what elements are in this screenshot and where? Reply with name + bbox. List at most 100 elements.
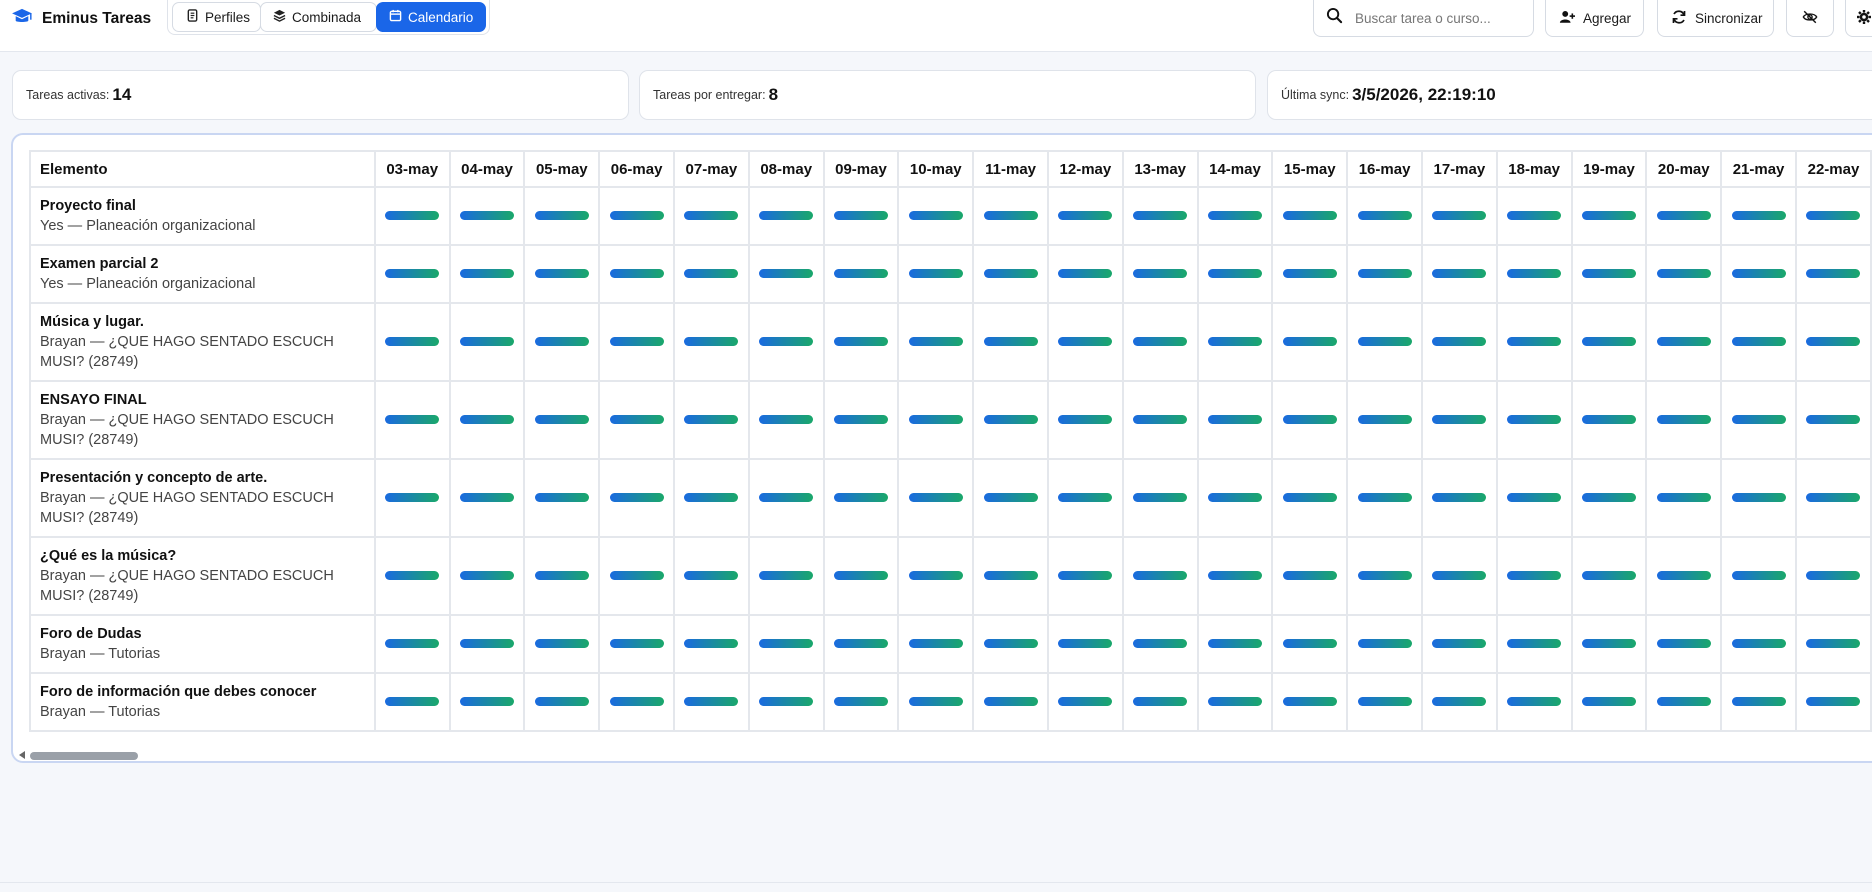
day-cell[interactable]	[523, 614, 601, 674]
task-bar[interactable]	[833, 697, 888, 707]
day-cell[interactable]	[1794, 536, 1872, 616]
day-cell[interactable]	[598, 380, 675, 460]
day-cell[interactable]	[1121, 672, 1199, 732]
task-bar[interactable]	[459, 571, 514, 581]
task-bar[interactable]	[609, 415, 664, 425]
task-bar[interactable]	[1656, 415, 1711, 425]
task-bar[interactable]	[1656, 697, 1711, 707]
task-bar[interactable]	[1731, 571, 1786, 581]
task-bar[interactable]	[1581, 639, 1636, 649]
task-bar[interactable]	[1207, 697, 1262, 707]
task-bar[interactable]	[1731, 337, 1786, 347]
task-bar[interactable]	[1581, 493, 1636, 503]
day-cell[interactable]	[972, 380, 1049, 460]
day-cell[interactable]	[672, 244, 750, 304]
day-cell[interactable]	[972, 672, 1049, 732]
day-cell[interactable]	[1271, 536, 1349, 616]
day-cell[interactable]	[972, 244, 1049, 304]
task-bar[interactable]	[1058, 697, 1113, 707]
day-cell[interactable]	[1794, 244, 1872, 304]
task-bar[interactable]	[759, 337, 814, 347]
tab-calendario[interactable]: Calendario	[376, 2, 486, 32]
task-bar[interactable]	[1282, 211, 1337, 221]
task-bar[interactable]	[759, 211, 814, 221]
day-cell[interactable]	[822, 380, 900, 460]
task-bar[interactable]	[684, 415, 739, 425]
day-cell[interactable]	[1570, 536, 1648, 616]
day-cell[interactable]	[747, 302, 825, 382]
task-bar[interactable]	[1058, 639, 1113, 649]
task-bar[interactable]	[1731, 211, 1786, 221]
task-bar[interactable]	[1432, 211, 1487, 221]
task-bar[interactable]	[1432, 571, 1487, 581]
day-cell[interactable]	[822, 244, 900, 304]
day-cell[interactable]	[1570, 302, 1648, 382]
task-bar[interactable]	[385, 493, 440, 503]
task-bar[interactable]	[1581, 415, 1636, 425]
day-cell[interactable]	[672, 380, 750, 460]
day-cell[interactable]	[897, 186, 975, 246]
task-bar[interactable]	[1133, 697, 1188, 707]
day-cell[interactable]	[672, 458, 750, 538]
day-cell[interactable]	[1420, 458, 1498, 538]
task-bar[interactable]	[684, 639, 739, 649]
task-bar[interactable]	[1806, 269, 1861, 279]
task-bar[interactable]	[385, 269, 440, 279]
day-cell[interactable]	[1121, 614, 1199, 674]
task-bar[interactable]	[1282, 269, 1337, 279]
day-cell[interactable]	[822, 302, 900, 382]
day-cell[interactable]	[1271, 302, 1349, 382]
task-bar[interactable]	[1806, 639, 1861, 649]
sync-button[interactable]: Sincronizar	[1657, 0, 1774, 37]
day-cell[interactable]	[1196, 458, 1274, 538]
day-cell[interactable]	[1346, 302, 1423, 382]
day-cell[interactable]	[1495, 536, 1573, 616]
day-cell[interactable]	[897, 672, 975, 732]
day-cell[interactable]	[1121, 302, 1199, 382]
task-bar[interactable]	[385, 211, 440, 221]
day-cell[interactable]	[822, 458, 900, 538]
task-bar[interactable]	[983, 571, 1038, 581]
day-cell[interactable]	[1645, 614, 1723, 674]
day-cell[interactable]	[1420, 536, 1498, 616]
day-cell[interactable]	[523, 186, 601, 246]
day-cell[interactable]	[373, 614, 451, 674]
task-bar[interactable]	[1656, 211, 1711, 221]
task-bar[interactable]	[833, 639, 888, 649]
day-cell[interactable]	[1495, 186, 1573, 246]
task-bar[interactable]	[534, 415, 589, 425]
task-bar[interactable]	[534, 211, 589, 221]
scroll-thumb[interactable]	[30, 752, 138, 760]
task-bar[interactable]	[1507, 337, 1562, 347]
day-cell[interactable]	[1495, 672, 1573, 732]
task-bar[interactable]	[1656, 493, 1711, 503]
task-bar[interactable]	[908, 269, 963, 279]
day-cell[interactable]	[972, 302, 1049, 382]
day-cell[interactable]	[1196, 536, 1274, 616]
day-cell[interactable]	[1420, 302, 1498, 382]
day-cell[interactable]	[523, 536, 601, 616]
day-cell[interactable]	[1495, 244, 1573, 304]
task-bar[interactable]	[609, 337, 664, 347]
day-cell[interactable]	[1420, 186, 1498, 246]
task-bar[interactable]	[1357, 639, 1412, 649]
task-bar[interactable]	[1282, 337, 1337, 347]
day-cell[interactable]	[1794, 302, 1872, 382]
day-cell[interactable]	[1720, 536, 1797, 616]
task-bar[interactable]	[1432, 639, 1487, 649]
task-bar[interactable]	[833, 571, 888, 581]
day-cell[interactable]	[1346, 458, 1423, 538]
task-bar[interactable]	[1581, 211, 1636, 221]
day-cell[interactable]	[598, 536, 675, 616]
day-cell[interactable]	[1645, 244, 1723, 304]
task-bar[interactable]	[459, 337, 514, 347]
task-bar[interactable]	[684, 493, 739, 503]
day-cell[interactable]	[1720, 244, 1797, 304]
day-cell[interactable]	[747, 672, 825, 732]
day-cell[interactable]	[747, 536, 825, 616]
task-bar[interactable]	[684, 337, 739, 347]
task-bar[interactable]	[1507, 493, 1562, 503]
day-cell[interactable]	[1196, 302, 1274, 382]
task-row[interactable]: ENSAYO FINAL Brayan — ¿QUE HAGO SENTADO E…	[29, 380, 1872, 460]
task-bar[interactable]	[759, 493, 814, 503]
